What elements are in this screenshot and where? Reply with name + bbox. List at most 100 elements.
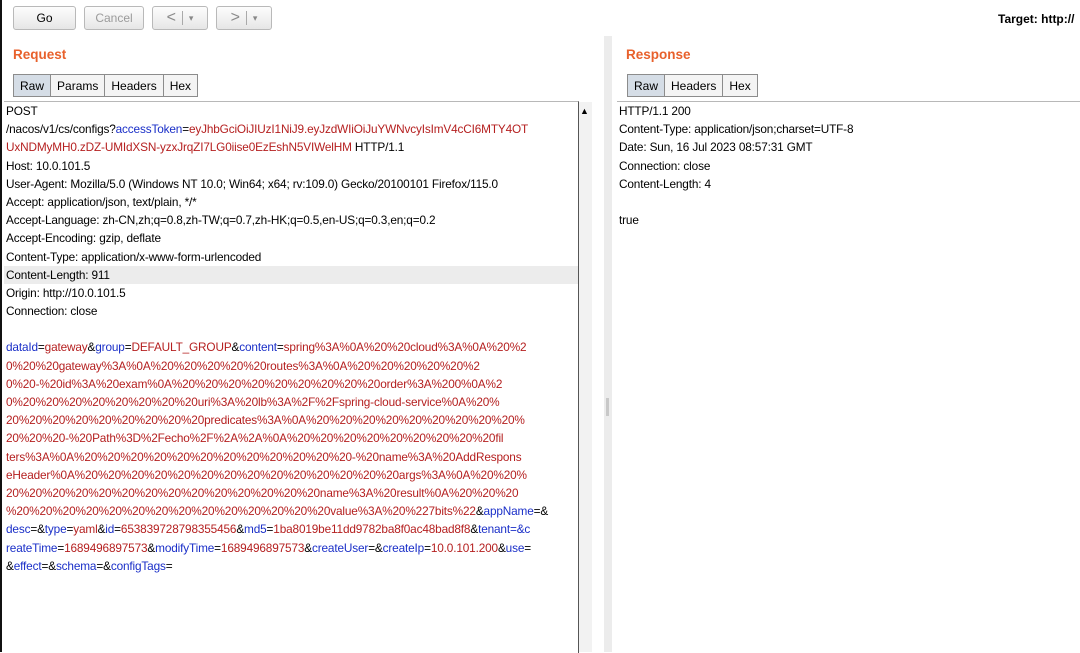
request-editor[interactable]: POST /nacos/v1/cs/configs?accessToken=ey… bbox=[4, 101, 579, 653]
request-line: /nacos/v1/cs/configs?accessToken=eyJhbGc… bbox=[4, 120, 578, 138]
param-name: type bbox=[44, 522, 67, 537]
param-name: id bbox=[105, 522, 115, 537]
param-separator: = bbox=[114, 522, 121, 537]
param-separator: =& bbox=[96, 558, 111, 573]
param-name: effect bbox=[13, 558, 42, 573]
request-tab-hex[interactable]: Hex bbox=[163, 74, 199, 97]
response-tab-hex[interactable]: Hex bbox=[723, 74, 758, 97]
param-separator: & bbox=[236, 522, 245, 537]
header-line: Accept-Language: zh-CN,zh;q=0.8,zh-TW;q=… bbox=[6, 213, 436, 228]
request-title: Request bbox=[13, 47, 67, 62]
splitter-grip[interactable] bbox=[606, 398, 609, 416]
http-version: HTTP/1.1 bbox=[351, 140, 405, 155]
param-name: content bbox=[239, 340, 277, 355]
param-value: 1ba8019be11dd9782ba8f0ac48bad8f8 bbox=[273, 522, 471, 537]
param-separator: & bbox=[497, 540, 506, 555]
param-separator: = bbox=[182, 122, 189, 137]
param-value: 1689496897573 bbox=[64, 540, 148, 555]
response-line bbox=[617, 193, 1080, 211]
request-tab-headers[interactable]: Headers bbox=[105, 74, 164, 97]
request-scrollbar[interactable] bbox=[579, 102, 592, 652]
param-name: createUser bbox=[311, 540, 369, 555]
response-title: Response bbox=[626, 47, 691, 62]
param-value: eyJhbGciOiJIUzI1NiJ9.eyJzdWIiOiJuYWNvcyI… bbox=[188, 122, 529, 137]
target-label[interactable]: Target: http:// bbox=[998, 12, 1074, 26]
param-separator: = bbox=[37, 340, 45, 355]
request-tab-raw[interactable]: Raw bbox=[13, 74, 52, 97]
chevron-down-icon[interactable]: ▾ bbox=[253, 13, 258, 24]
header-line: Accept-Encoding: gzip, deflate bbox=[6, 231, 161, 246]
param-name: createIp bbox=[382, 540, 425, 555]
header-line-highlighted: Content-Length: 911 bbox=[4, 265, 578, 284]
scroll-up-arrow-icon[interactable]: ▲ bbox=[580, 106, 589, 116]
response-tab-raw[interactable]: Raw bbox=[627, 74, 666, 97]
body-line: reateTime=1689496897573&modifyTime=16894… bbox=[4, 539, 578, 557]
body-line: %20%20%20%20%20%20%20%20%20%20%20%20%20%… bbox=[4, 502, 578, 520]
body-line: 20%20%20-%20Path%3D%2Fecho%2F%2A%2A%0A%2… bbox=[6, 431, 504, 446]
body-line: 0%20%20%20%20%20%20%20%20uri%3A%20lb%3A%… bbox=[6, 395, 500, 409]
param-separator: & bbox=[6, 558, 14, 573]
pane-splitter[interactable] bbox=[604, 36, 612, 652]
body-line: &effect=&schema=&configTags= bbox=[4, 557, 578, 575]
param-value: %20%20%20%20%20%20%20%20%20%20%20%20%20%… bbox=[6, 504, 476, 519]
response-line: Connection: close bbox=[619, 158, 711, 173]
param-separator: =& bbox=[533, 504, 549, 519]
response-line: HTTP/1.1 200 bbox=[619, 104, 691, 118]
request-line: UxNDMyMH0.zDZ-UMIdXSN-yzxJrqZI7LG0iise0E… bbox=[4, 138, 578, 156]
param-name: group bbox=[95, 340, 125, 355]
body-line: desc=&type=yaml&id=653839728798355456&md… bbox=[4, 520, 578, 538]
param-separator: & bbox=[475, 504, 484, 519]
param-name: reateTime bbox=[6, 540, 58, 555]
param-separator: =& bbox=[368, 540, 383, 555]
back-button[interactable]: < ▾ bbox=[152, 6, 208, 30]
request-tab-params[interactable]: Params bbox=[51, 74, 106, 97]
button-separator bbox=[245, 11, 247, 25]
response-line: Content-Type: application/json;charset=U… bbox=[619, 122, 854, 137]
back-arrow-icon: < bbox=[166, 9, 176, 26]
body-line: eHeader%0A%20%20%20%20%20%20%20%20%20%20… bbox=[6, 467, 527, 482]
go-button[interactable]: Go bbox=[13, 6, 76, 30]
header-line: User-Agent: Mozilla/5.0 (Windows NT 10.0… bbox=[6, 176, 498, 191]
header-line: Host: 10.0.101.5 bbox=[6, 158, 91, 173]
button-separator bbox=[181, 11, 183, 25]
forward-button[interactable]: > ▾ bbox=[216, 6, 272, 30]
request-path: /nacos/v1/cs/configs? bbox=[6, 122, 116, 137]
response-body: true bbox=[619, 213, 639, 228]
param-value: yaml bbox=[73, 522, 98, 537]
param-separator: & bbox=[147, 540, 156, 555]
body-line: 0%20%20gateway%3A%0A%20%20%20%20%20route… bbox=[6, 358, 480, 373]
param-separator: & bbox=[304, 540, 312, 555]
request-line: POST bbox=[6, 104, 38, 118]
request-tabs: Raw Params Headers Hex bbox=[13, 74, 199, 98]
header-line: Connection: close bbox=[6, 304, 98, 319]
param-separator: = bbox=[276, 340, 284, 355]
param-name: use bbox=[505, 540, 525, 555]
param-value: spring%3A%0A%20%20cloud%3A%0A%20%2 bbox=[283, 340, 527, 355]
body-line: dataId=gateway&group=DEFAULT_GROUP&conte… bbox=[4, 338, 578, 356]
chevron-down-icon[interactable]: ▾ bbox=[189, 13, 194, 24]
window-edge bbox=[0, 0, 2, 652]
param-value: DEFAULT_GROUP bbox=[131, 340, 232, 355]
cancel-button[interactable]: Cancel bbox=[84, 6, 144, 30]
param-separator: = bbox=[524, 540, 531, 555]
response-line: Content-Length: 4 bbox=[619, 176, 711, 191]
param-separator: = bbox=[165, 558, 173, 573]
param-value: 653839728798355456 bbox=[120, 522, 237, 537]
body-line: ters%3A%0A%20%20%20%20%20%20%20%20%20%20… bbox=[6, 449, 522, 464]
response-viewer[interactable]: HTTP/1.1 200 Content-Type: application/j… bbox=[617, 101, 1080, 653]
header-line: Content-Type: application/x-www-form-url… bbox=[6, 249, 262, 264]
param-value: 10.0.101.200 bbox=[430, 540, 498, 555]
body-line: 0%20-%20id%3A%20exam%0A%20%20%20%20%20%2… bbox=[6, 376, 503, 391]
response-line: Date: Sun, 16 Jul 2023 08:57:31 GMT bbox=[619, 140, 813, 155]
param-name: tenant bbox=[478, 522, 510, 537]
response-tab-headers[interactable]: Headers bbox=[665, 74, 724, 97]
param-value: gateway bbox=[44, 340, 88, 355]
body-line: 20%20%20%20%20%20%20%20%20predicates%3A%… bbox=[6, 413, 525, 428]
param-name: dataId bbox=[6, 340, 38, 355]
param-name: desc bbox=[6, 522, 31, 537]
response-tabs: Raw Headers Hex bbox=[627, 74, 758, 98]
param-name: appName bbox=[483, 504, 534, 519]
header-line: Origin: http://10.0.101.5 bbox=[6, 285, 126, 300]
header-line: Accept: application/json, text/plain, */… bbox=[6, 194, 197, 209]
